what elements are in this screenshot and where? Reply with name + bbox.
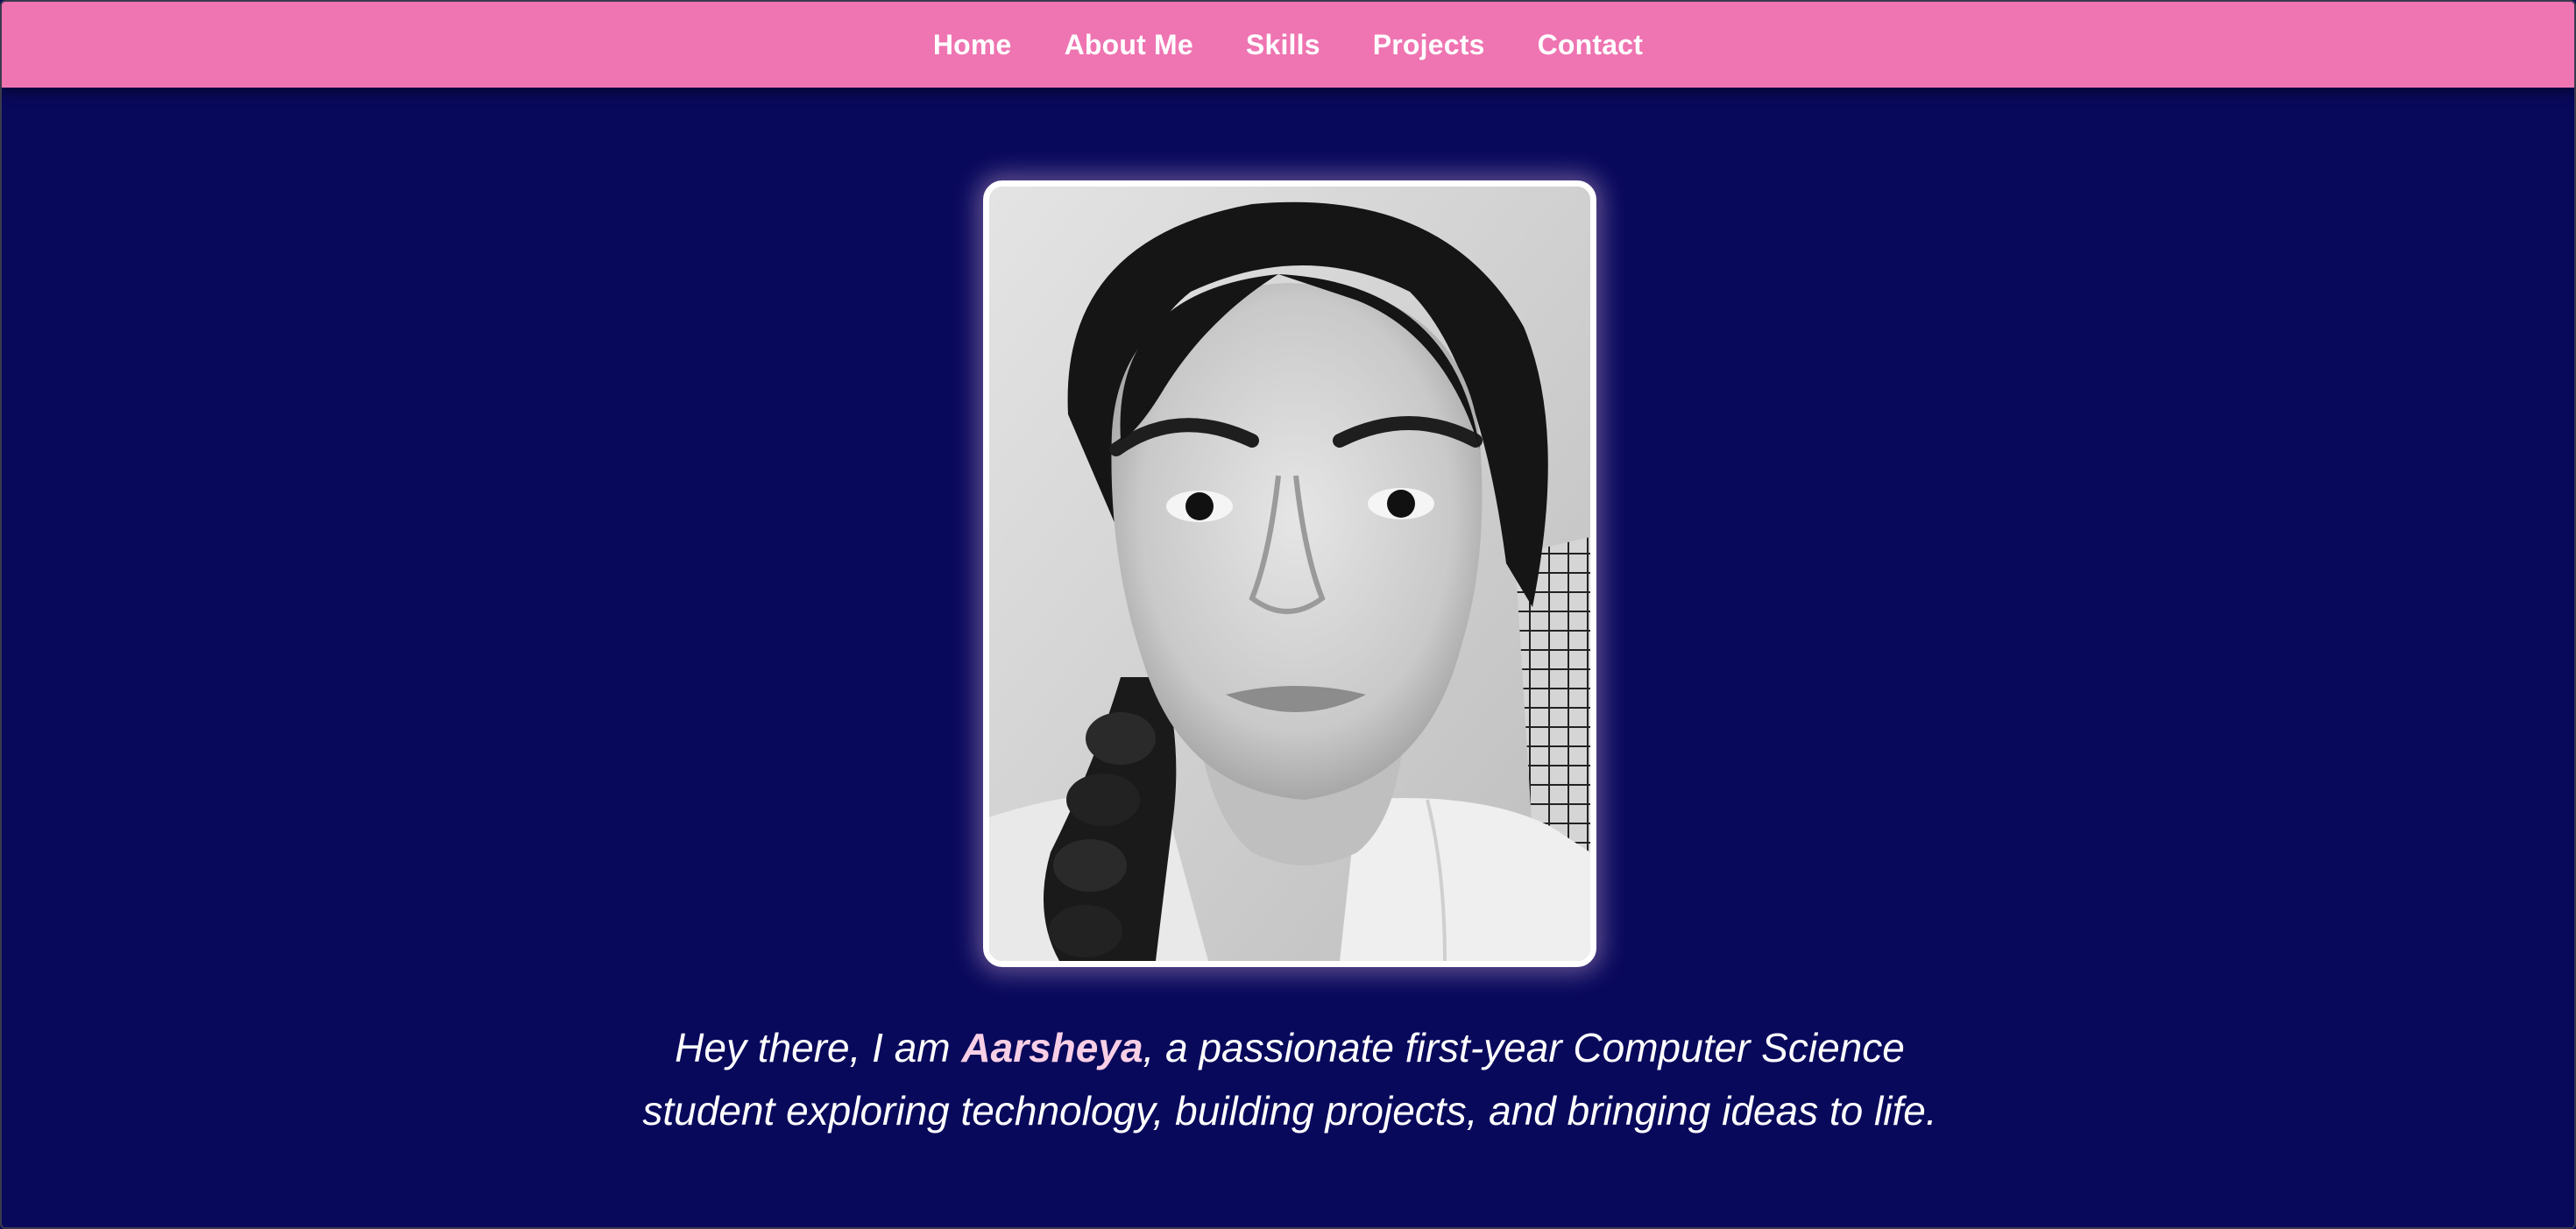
name-highlight: Aarsheya [961,1025,1143,1070]
nav-projects[interactable]: Projects [1373,29,1485,61]
profile-photo-illustration [989,187,1590,961]
intro-text: Hey there, I am Aarsheya, a passionate f… [615,1016,1964,1142]
nav-about-me[interactable]: About Me [1065,29,1193,61]
top-navbar: Home About Me Skills Projects Contact [2,2,2574,88]
nav-home[interactable]: Home [933,29,1012,61]
nav-skills[interactable]: Skills [1246,29,1320,61]
browser-viewport: Home About Me Skills Projects Contact He… [0,0,2576,1229]
intro-before: Hey there, I am [675,1025,962,1070]
profile-photo [983,180,1596,967]
nav-contact[interactable]: Contact [1538,29,1644,61]
